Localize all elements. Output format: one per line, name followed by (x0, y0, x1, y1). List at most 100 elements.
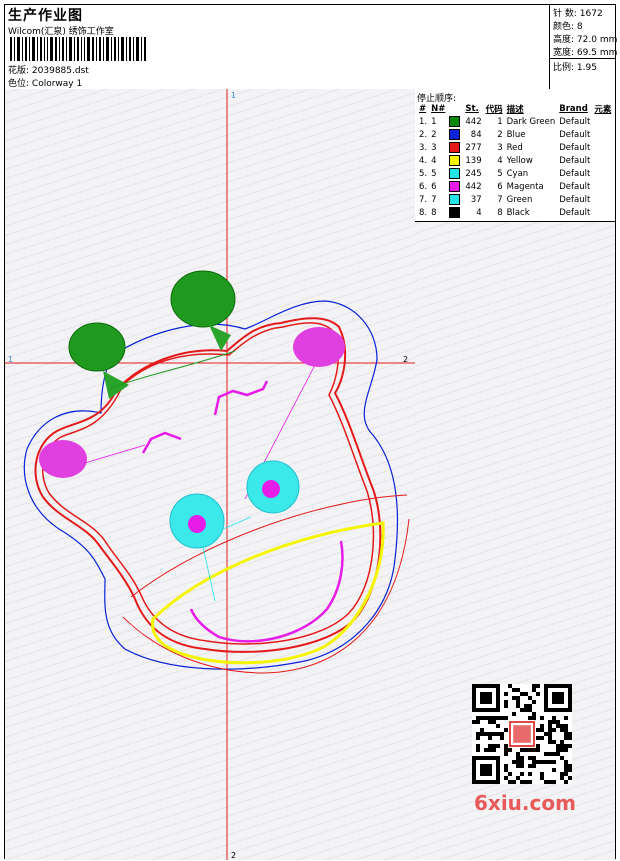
color-swatch (449, 194, 461, 205)
stop-index: 5. (419, 168, 428, 179)
colorway-line: 色位: Colorway 1 (8, 76, 82, 89)
stitch-count-label: 针 数: (553, 9, 577, 19)
color-count-value: 8 (576, 22, 583, 32)
stop-needle: 3 (431, 142, 437, 153)
col-element: 元素 (594, 105, 612, 115)
ear-link-left (84, 444, 146, 464)
stop-brand: Default (559, 181, 591, 192)
stop-needle: 2 (431, 129, 437, 140)
stop-stitches: 4 (476, 207, 482, 218)
chin-arc-red (122, 518, 410, 674)
axis-right-label: 2 (403, 355, 409, 364)
stop-stitches: 84 (470, 129, 482, 140)
stop-sequence-panel: 停止顺序: # N# St. 代码 描述 Brand 元素 1. 1 442 1 Dar… (415, 89, 615, 222)
stop-brand: Default (559, 116, 591, 127)
height-row: 高度: 72.0 mm (553, 32, 617, 45)
stop-brand: Default (559, 155, 591, 166)
col-description: 描述 (506, 105, 524, 115)
brow-left (141, 431, 182, 454)
stop-row: 6. 6 442 6 Magenta Default (417, 180, 613, 193)
embroidery-preview (5, 89, 415, 860)
axis-bottom-label: 2 (231, 851, 237, 860)
header-left: 生产作业图 Wilcom(汇泉) 绣饰工作室 花版: 2039885.dst 色… (5, 5, 549, 90)
col-n: N# (431, 104, 446, 114)
color-count-label: 颜色: (553, 22, 575, 32)
stop-brand: Default (559, 142, 591, 153)
stop-needle: 7 (431, 194, 437, 205)
ratio-label: 比例: (553, 63, 575, 73)
antenna-left-stem (103, 371, 129, 399)
stop-element (592, 128, 613, 141)
design-line: 花版: 2039885.dst (8, 63, 89, 76)
mouth-magenta (189, 540, 344, 643)
stop-swatch (447, 206, 463, 219)
studio-name: Wilcom(汇泉) 绣饰工作室 (8, 27, 114, 37)
stop-needle: 5 (431, 168, 437, 179)
qr-code (472, 684, 572, 784)
stop-index: 8. (419, 207, 428, 218)
stop-index: 1. (419, 116, 428, 127)
stop-row: 3. 3 277 3 Red Default (417, 141, 613, 154)
axis-left-label: 1 (8, 355, 14, 364)
stop-index: 3. (419, 142, 428, 153)
stop-code: 1 (497, 116, 503, 127)
col-brand: Brand (559, 104, 588, 114)
col-stitches: St. (465, 104, 479, 114)
ear-right (293, 327, 345, 367)
stop-swatch (447, 167, 463, 180)
color-swatch (449, 155, 461, 166)
stop-row: 4. 4 139 4 Yellow Default (417, 154, 613, 167)
stop-row: 8. 8 4 8 Black Default (417, 206, 613, 219)
design-canvas: 1 2 1 2 (5, 89, 416, 860)
stop-swatch (447, 193, 463, 206)
stitch-count-value: 1672 (579, 9, 603, 19)
color-swatch (449, 181, 461, 192)
stop-description: Magenta (506, 181, 544, 192)
stop-swatch (447, 115, 463, 128)
color-swatch (449, 168, 461, 179)
stop-needle: 6 (431, 181, 437, 192)
axis-top-label: 1 (231, 91, 237, 100)
width-label: 宽度: (553, 48, 575, 58)
stop-brand: Default (559, 194, 591, 205)
stop-element (592, 206, 613, 219)
stop-element (592, 167, 613, 180)
stop-index: 7. (419, 194, 428, 205)
stop-swatch (447, 180, 463, 193)
stop-brand: Default (559, 207, 591, 218)
stop-needle: 8 (431, 207, 437, 218)
stop-index: 2. (419, 129, 428, 140)
eye-link-down (202, 546, 216, 602)
watermark-brand: 6xiu.com (474, 791, 576, 815)
stop-stitches: 277 (465, 142, 482, 153)
color-swatch (449, 116, 461, 127)
stop-swatch (447, 141, 463, 154)
stop-description: Cyan (506, 168, 529, 179)
stop-row: 7. 7 37 7 Green Default (417, 193, 613, 206)
width-row: 宽度: 69.5 mm (553, 45, 617, 58)
antenna-right-ball (170, 270, 236, 328)
design-file: 2039885.dst (31, 66, 89, 76)
antenna-left-ball (68, 322, 126, 372)
stop-description: Red (506, 142, 523, 153)
stop-row: 2. 2 84 2 Blue Default (417, 128, 613, 141)
stop-code: 7 (497, 194, 503, 205)
stop-needle: 4 (431, 155, 437, 166)
col-index: # (419, 104, 427, 114)
stop-swatch (447, 128, 463, 141)
pupil-left (188, 515, 206, 533)
stop-element (592, 180, 613, 193)
sheet-title: 生产作业图 (8, 8, 83, 24)
barcode (10, 37, 146, 61)
stop-stitches: 245 (465, 168, 482, 179)
color-swatch (449, 142, 461, 153)
stop-description: Green (506, 194, 533, 205)
stop-code: 3 (497, 142, 503, 153)
ratio-value: 1.95 (576, 63, 597, 73)
stop-description: Black (506, 207, 530, 218)
color-swatch (449, 207, 461, 218)
col-code: 代码 (485, 105, 503, 115)
stop-description: Dark Green (506, 116, 556, 127)
stop-code: 4 (497, 155, 503, 166)
stop-stitches: 442 (465, 116, 482, 127)
